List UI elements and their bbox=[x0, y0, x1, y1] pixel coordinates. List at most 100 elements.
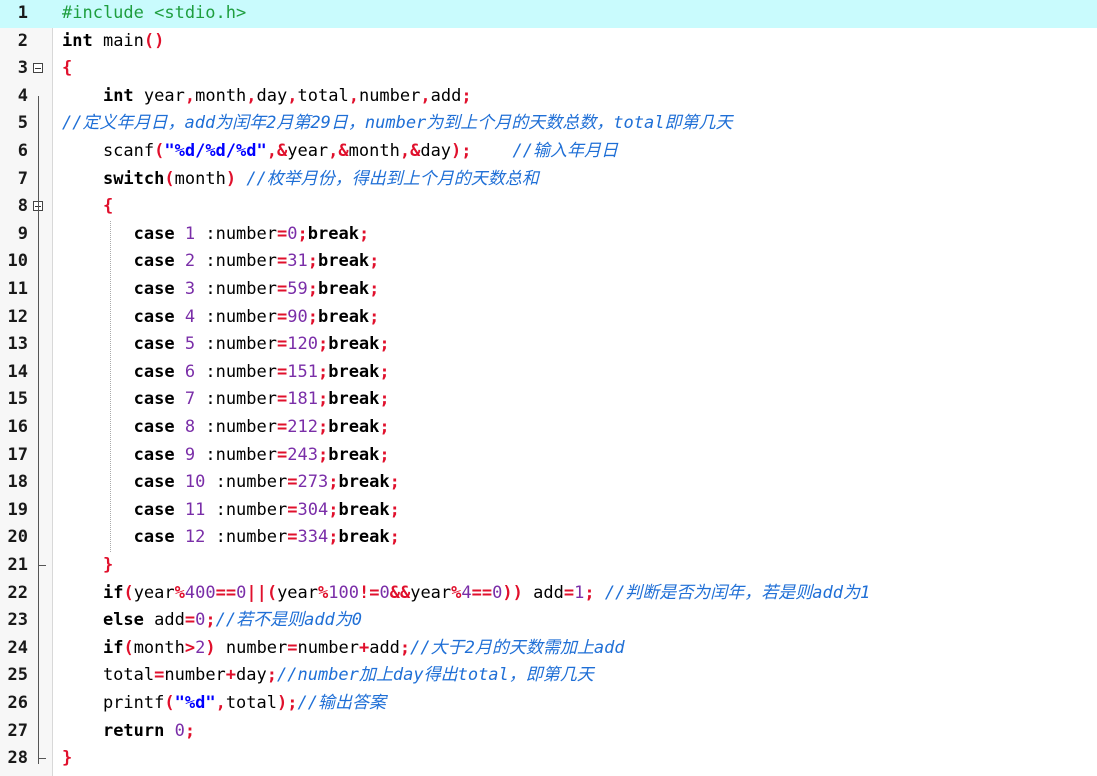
code-line[interactable]: 26 printf("%d",total);//输出答案 bbox=[0, 690, 1097, 718]
code-line[interactable]: 7 switch(month) //枚举月份，得出到上个月的天数总和 bbox=[0, 166, 1097, 194]
line-number: 9 bbox=[17, 223, 28, 244]
code-token: year bbox=[287, 141, 329, 161]
code-editor[interactable]: 1 #include <stdio.h> 2 int main() 3{4 int ye… bbox=[0, 0, 1097, 776]
code-token: month bbox=[133, 637, 185, 658]
code-line[interactable]: 8 { bbox=[0, 193, 1097, 221]
code-token: 243 bbox=[287, 444, 318, 465]
indent-guide bbox=[110, 221, 111, 552]
line-number: 6 bbox=[17, 141, 28, 161]
code-token: break bbox=[328, 417, 380, 437]
code-text: case 6 :number=151;break; bbox=[62, 359, 390, 387]
code-token: day bbox=[236, 665, 267, 686]
code-line[interactable]: 12 case 4 :number=90;break; bbox=[0, 304, 1097, 332]
code-token: 3 bbox=[184, 279, 196, 299]
code-token: ; bbox=[369, 251, 380, 272]
code-text: } bbox=[62, 552, 113, 580]
code-token: ) bbox=[225, 168, 237, 189]
code-token: :number bbox=[205, 472, 288, 493]
code-token: ; bbox=[184, 720, 196, 741]
code-token: ; bbox=[317, 389, 329, 410]
code-token: } bbox=[62, 748, 73, 769]
code-line[interactable]: 23 else add=0;//若不是则add为0 bbox=[0, 607, 1097, 635]
fold-end-icon bbox=[38, 552, 46, 566]
code-token: ; bbox=[389, 527, 400, 548]
code-token: main bbox=[92, 30, 144, 51]
code-token: { bbox=[102, 196, 114, 217]
line-number: 19 bbox=[7, 499, 28, 520]
code-line[interactable]: 9 case 1 :number=0;break; bbox=[0, 221, 1097, 249]
fold-toggle-icon[interactable] bbox=[33, 63, 43, 74]
code-token: break bbox=[317, 279, 370, 299]
code-token: //枚举月份，得出到上个月的天数总和 bbox=[246, 168, 539, 189]
code-token: 273 bbox=[297, 472, 329, 493]
code-line[interactable]: 4 int year,month,day,total,number,add; bbox=[0, 83, 1097, 111]
code-token: == bbox=[215, 582, 237, 603]
code-line[interactable]: 2 int main() bbox=[0, 28, 1097, 56]
code-token: , bbox=[420, 85, 431, 106]
line-number: 24 bbox=[7, 637, 28, 658]
code-line[interactable]: 16 case 8 :number=212;break; bbox=[0, 414, 1097, 442]
code-line[interactable]: 28} bbox=[0, 745, 1097, 773]
code-text: } bbox=[62, 745, 72, 773]
code-line[interactable]: 15 case 7 :number=181;break; bbox=[0, 386, 1097, 414]
code-line[interactable]: 5 //定义年月日，add为闰年2月第29日，number为到上个月的天数总数，t… bbox=[0, 110, 1097, 138]
code-token: 0 bbox=[492, 582, 503, 603]
code-line[interactable]: 17 case 9 :number=243;break; bbox=[0, 442, 1097, 470]
code-token: case bbox=[133, 361, 175, 382]
code-line[interactable]: 14 case 6 :number=151;break; bbox=[0, 359, 1097, 387]
code-text: if(month>2) number=number+add;//大于2月的天数需… bbox=[62, 635, 625, 663]
code-line[interactable]: 10 case 2 :number=31;break; bbox=[0, 248, 1097, 276]
code-token: && bbox=[389, 582, 411, 603]
code-token: ; bbox=[389, 472, 400, 493]
code-token: ||( bbox=[246, 582, 278, 603]
code-line[interactable]: 20 case 12 :number=334;break; bbox=[0, 524, 1097, 552]
code-token: 7 bbox=[184, 389, 196, 410]
code-line[interactable]: 24 if(month>2) number=number+add;//大于2月的… bbox=[0, 635, 1097, 663]
code-token: = bbox=[277, 223, 288, 244]
code-line[interactable]: 3{ bbox=[0, 55, 1097, 83]
code-token: int bbox=[102, 85, 134, 106]
code-token: } bbox=[102, 555, 114, 575]
code-text: case 7 :number=181;break; bbox=[62, 386, 390, 414]
code-token: //输出答案 bbox=[297, 693, 386, 713]
code-token: 304 bbox=[297, 499, 329, 520]
code-token: ) bbox=[205, 637, 216, 658]
line-number: 5 bbox=[17, 113, 28, 134]
code-token: 212 bbox=[287, 417, 318, 437]
code-token: 5 bbox=[184, 334, 196, 355]
code-token: 2 bbox=[195, 637, 206, 658]
code-line[interactable]: 19 case 11 :number=304;break; bbox=[0, 497, 1097, 525]
code-text: case 9 :number=243;break; bbox=[62, 442, 390, 470]
code-token: () bbox=[143, 30, 165, 51]
code-line[interactable]: 1 #include <stdio.h> bbox=[0, 0, 1097, 28]
line-number: 28 bbox=[7, 748, 28, 769]
code-line[interactable]: 25 total=number+day;//number加上day得出total… bbox=[0, 662, 1097, 690]
code-line[interactable]: 27 return 0; bbox=[0, 718, 1097, 746]
code-line[interactable]: 18 case 10 :number=273;break; bbox=[0, 469, 1097, 497]
code-line[interactable]: 11 case 3 :number=59;break; bbox=[0, 276, 1097, 304]
line-number: 12 bbox=[7, 306, 28, 327]
code-line[interactable]: 22 if(year%400==0||(year%100!=0&&year%4=… bbox=[0, 580, 1097, 608]
code-line[interactable]: 13 case 5 :number=120;break; bbox=[0, 331, 1097, 359]
code-line[interactable]: 6 scanf("%d/%d/%d",&year,&month,&day); /… bbox=[0, 138, 1097, 166]
code-text: case 11 :number=304;break; bbox=[62, 497, 400, 525]
code-token: year bbox=[277, 582, 319, 603]
code-token: > bbox=[184, 637, 196, 658]
code-token: ; bbox=[205, 610, 216, 631]
code-token: break bbox=[328, 444, 380, 465]
code-token: ; bbox=[369, 279, 380, 299]
code-token: break bbox=[307, 223, 359, 244]
code-token: ( bbox=[123, 637, 134, 658]
code-line[interactable]: 21 } bbox=[0, 552, 1097, 580]
code-token: break bbox=[328, 389, 380, 410]
